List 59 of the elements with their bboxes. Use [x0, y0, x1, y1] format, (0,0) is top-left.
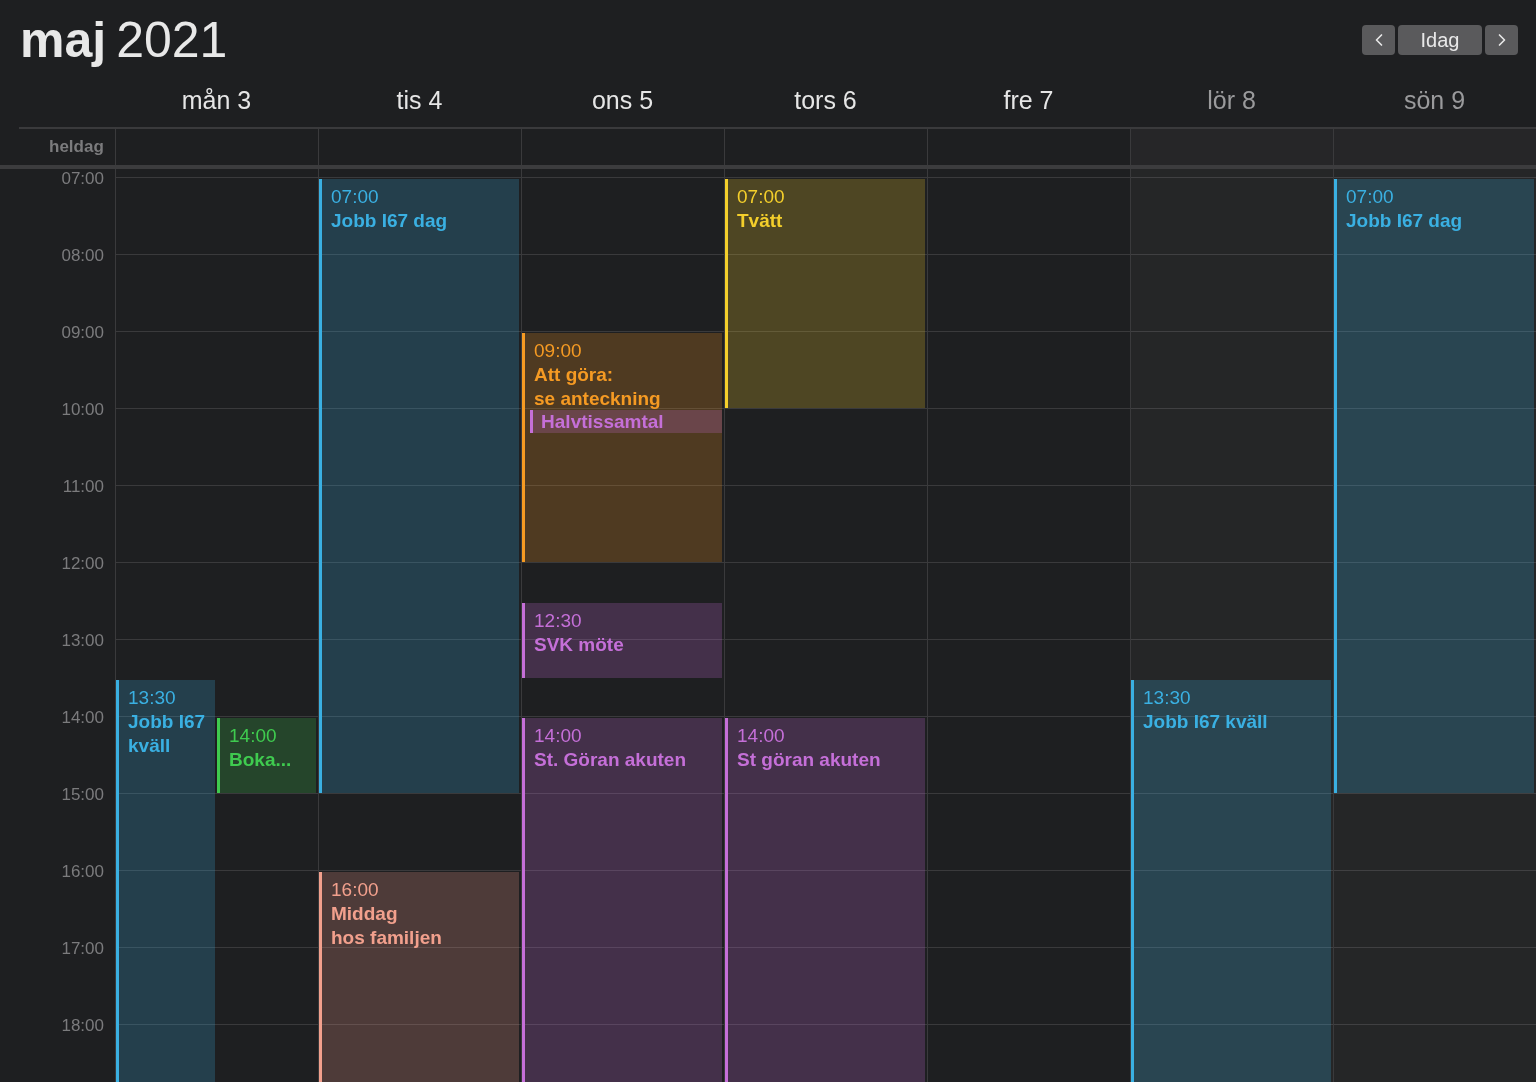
event-title: Tvätt — [737, 209, 784, 233]
hour-label: 17:00 — [61, 939, 105, 960]
event-title: Jobb I67 kväll — [128, 709, 207, 758]
calendar-event[interactable]: 13:30 Jobb I67 kväll — [116, 679, 215, 1082]
day-heading: tis 4 — [396, 86, 443, 114]
calendar-event[interactable]: 14:00 St. Göran akuten — [522, 718, 722, 1082]
event-time: 14:00 — [229, 724, 278, 748]
event-time: 09:00 — [534, 339, 583, 363]
hour-label: 16:00 — [61, 862, 105, 883]
event-time: 07:00 — [1346, 185, 1395, 209]
day-heading: lör 8 — [1207, 86, 1256, 114]
next-button[interactable] — [1485, 25, 1518, 55]
event-title: Jobb I67 kväll — [1143, 709, 1269, 734]
calendar-event[interactable]: 07:00 Jobb I67 dag — [1334, 179, 1534, 793]
hour-label: 10:00 — [61, 400, 105, 421]
event-time: 13:30 — [128, 685, 177, 710]
hour-label: 09:00 — [61, 323, 105, 344]
calendar-event[interactable]: 13:30 Jobb I67 kväll — [1131, 679, 1331, 1082]
calendar-event[interactable]: 12:30 SVK möte — [522, 602, 722, 678]
hour-label: 11:00 — [62, 477, 105, 498]
event-title: Middag hos familjen — [331, 902, 443, 950]
event-title: St. Göran akuten — [534, 748, 688, 772]
calendar-event[interactable]: 14:00 Boka... — [217, 718, 316, 793]
event-title: SVK möte — [534, 632, 625, 657]
day-heading: mån 3 — [181, 86, 252, 114]
event-time: 14:00 — [534, 724, 583, 748]
hour-label: 14:00 — [61, 708, 105, 729]
hour-label: 15:00 — [61, 785, 105, 806]
day-heading: fre 7 — [1003, 86, 1054, 114]
previous-button[interactable] — [1362, 25, 1395, 55]
day-heading: sön 9 — [1403, 86, 1466, 114]
month-title: maj — [20, 15, 107, 65]
day-heading: ons 5 — [591, 86, 654, 114]
hour-label: 08:00 — [61, 246, 105, 267]
event-title: Boka... — [229, 748, 293, 772]
hour-label: 18:00 — [61, 1016, 105, 1037]
calendar-event[interactable]: 16:00 Middag hos familjen — [319, 872, 519, 1082]
day-heading: tors 6 — [794, 86, 857, 114]
calendar-event[interactable]: 14:00 St göran akuten — [725, 718, 925, 1082]
event-time: 16:00 — [331, 878, 380, 902]
event-time: 12:30 — [534, 608, 583, 633]
event-time: 13:30 — [1143, 685, 1192, 710]
event-time: 07:00 — [331, 185, 380, 209]
event-title: St göran akuten — [737, 748, 882, 772]
hour-label: 07:00 — [61, 169, 105, 190]
event-title: Jobb I67 dag — [1346, 209, 1464, 233]
year-title: 2021 — [116, 15, 228, 65]
hour-label: 12:00 — [61, 554, 105, 575]
calendar-event[interactable]: 07:00 Jobb I67 dag — [319, 179, 519, 793]
event-title: Halvtissamtal — [541, 410, 665, 434]
event-title: Jobb I67 dag — [331, 209, 449, 233]
calendar-event[interactable]: 07:00 Tvätt — [725, 179, 925, 408]
event-time: 14:00 — [737, 724, 786, 748]
event-time: 07:00 — [737, 185, 786, 209]
calendar-event[interactable]: Halvtissamtal — [530, 410, 722, 434]
today-button[interactable]: Idag — [1398, 25, 1482, 55]
hour-label: 13:00 — [61, 631, 105, 652]
event-title: Att göra: se anteckning — [534, 363, 662, 411]
all-day-label: heldag — [49, 137, 104, 157]
